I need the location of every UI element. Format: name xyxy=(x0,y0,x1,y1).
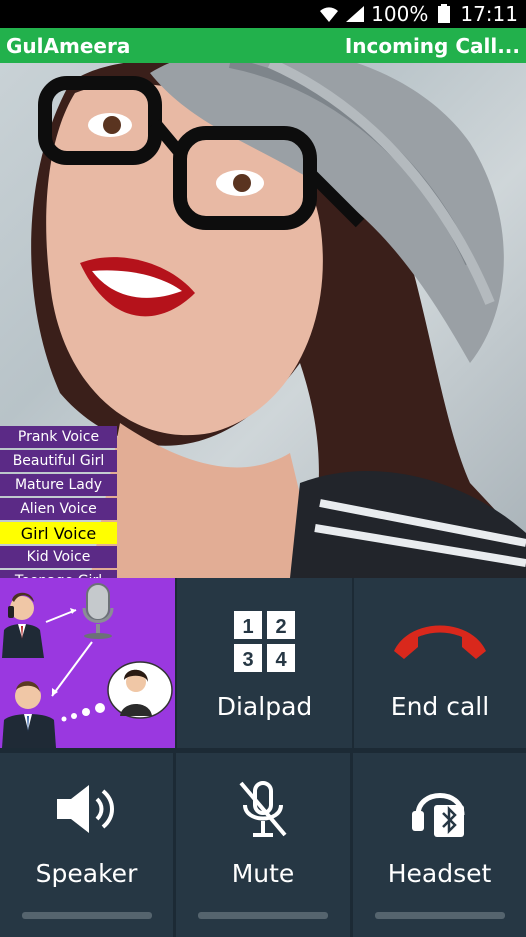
speaker-state-indicator xyxy=(21,912,152,919)
voice-menu: Prank Voice Beautiful Girl Mature Lady A… xyxy=(0,426,117,594)
dialpad-digit-1: 1 xyxy=(242,616,253,638)
mute-state-indicator xyxy=(198,912,328,919)
dialpad-icon: 1 2 3 4 xyxy=(233,606,296,678)
app-bar: GulAmeera Incoming Call... xyxy=(0,28,526,63)
businessman-icon xyxy=(2,681,56,748)
voice-changer-promo-tile[interactable] xyxy=(0,578,175,748)
voice-item-prank[interactable]: Prank Voice xyxy=(0,426,117,448)
end-call-label: End call xyxy=(390,692,490,721)
caller-name: GulAmeera xyxy=(6,33,131,58)
voice-item-kid[interactable]: Kid Voice xyxy=(0,546,117,568)
battery-percent: 100% xyxy=(371,2,429,26)
call-status: Incoming Call... xyxy=(344,33,520,58)
dialpad-digit-3: 3 xyxy=(242,649,253,671)
dialpad-digit-4: 4 xyxy=(275,649,287,671)
voice-item-beautiful-girl[interactable]: Beautiful Girl xyxy=(0,450,117,472)
dialpad-label: Dialpad xyxy=(216,692,313,721)
headset-button[interactable]: Headset xyxy=(353,753,526,937)
voice-item-alien[interactable]: Alien Voice xyxy=(0,498,117,520)
dialpad-button[interactable]: 1 2 3 4 Dialpad xyxy=(177,578,352,748)
battery-icon xyxy=(434,4,454,23)
dialpad-digit-2: 2 xyxy=(275,616,286,638)
signal-icon xyxy=(345,5,365,23)
mute-label: Mute xyxy=(231,859,295,888)
voice-item-mature-lady[interactable]: Mature Lady xyxy=(0,474,117,496)
headset-state-indicator xyxy=(374,912,505,919)
speaker-label: Speaker xyxy=(35,859,138,888)
voice-item-girl-selected[interactable]: Girl Voice xyxy=(0,522,117,544)
wifi-icon xyxy=(319,5,339,23)
headset-label: Headset xyxy=(387,859,492,888)
bluetooth-headset-icon xyxy=(410,773,470,845)
microphone-icon xyxy=(82,583,114,639)
microphone-off-icon xyxy=(235,773,291,845)
end-call-button[interactable]: End call xyxy=(354,578,526,748)
speaker-button[interactable]: Speaker xyxy=(0,753,173,937)
clock: 17:11 xyxy=(460,2,518,26)
speaker-icon xyxy=(55,773,119,845)
mute-button[interactable]: Mute xyxy=(176,753,350,937)
end-call-icon xyxy=(390,606,490,678)
man-on-phone-icon xyxy=(2,592,44,658)
status-bar: 100% 17:11 xyxy=(0,0,526,28)
